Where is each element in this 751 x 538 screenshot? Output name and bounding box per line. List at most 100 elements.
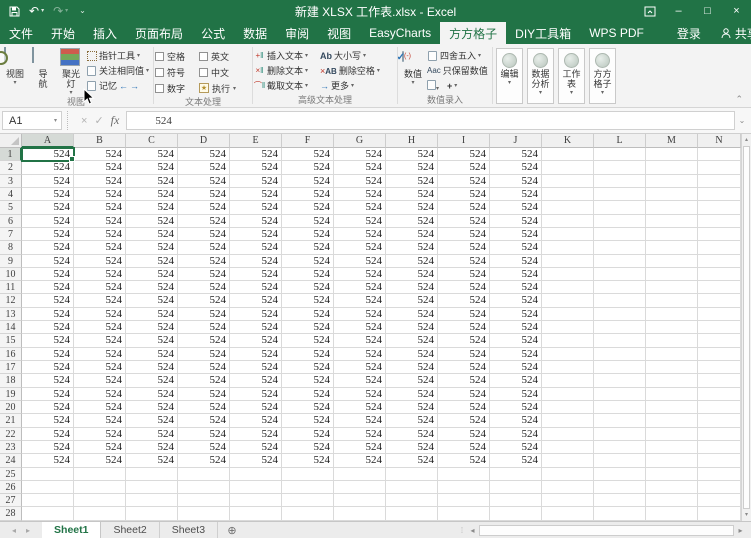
sheet-nav-left-icon[interactable]: ◂ (12, 526, 16, 535)
cell-D22[interactable]: 524 (178, 428, 230, 441)
delete-space-button[interactable]: ×AB 删除空格▾ (320, 63, 390, 78)
cell-H21[interactable]: 524 (386, 414, 438, 427)
tab-scrollbar-splitter[interactable]: ⁞ (458, 522, 466, 538)
cell-G11[interactable]: 524 (334, 281, 386, 294)
cell-K3[interactable] (542, 175, 594, 188)
ribbon-tab-数据[interactable]: 数据 (234, 22, 276, 44)
cell-I19[interactable]: 524 (438, 388, 490, 401)
row-header-14[interactable]: 14 (0, 321, 22, 334)
cell-L1[interactable] (594, 148, 646, 161)
row-header-1[interactable]: 1 (0, 148, 22, 161)
cell-N18[interactable] (698, 374, 741, 387)
cell-D18[interactable]: 524 (178, 374, 230, 387)
cell-J23[interactable]: 524 (490, 441, 542, 454)
cell-E3[interactable]: 524 (230, 175, 282, 188)
cell-J6[interactable]: 524 (490, 215, 542, 228)
cell-H4[interactable]: 524 (386, 188, 438, 201)
keep-value-button[interactable]: Aac 只保留数值 (427, 63, 489, 78)
cell-D9[interactable]: 524 (178, 255, 230, 268)
cell-D15[interactable]: 524 (178, 334, 230, 347)
cell-D25[interactable] (178, 468, 230, 481)
cell-C8[interactable]: 524 (126, 241, 178, 254)
cell-I17[interactable]: 524 (438, 361, 490, 374)
cell-E17[interactable]: 524 (230, 361, 282, 374)
cell-F5[interactable]: 524 (282, 201, 334, 214)
cell-I16[interactable]: 524 (438, 348, 490, 361)
cell-L13[interactable] (594, 308, 646, 321)
cell-J4[interactable]: 524 (490, 188, 542, 201)
cell-I11[interactable]: 524 (438, 281, 490, 294)
cell-H3[interactable]: 524 (386, 175, 438, 188)
cell-M4[interactable] (646, 188, 698, 201)
cell-L21[interactable] (594, 414, 646, 427)
spotlight-button[interactable]: 聚光灯 ▾ (56, 46, 86, 96)
cell-M16[interactable] (646, 348, 698, 361)
cell-A14[interactable]: 524 (22, 321, 74, 334)
select-all-corner[interactable] (0, 134, 22, 148)
cell-N27[interactable] (698, 494, 741, 507)
cell-H8[interactable]: 524 (386, 241, 438, 254)
row-header-27[interactable]: 27 (0, 494, 22, 507)
cell-M27[interactable] (646, 494, 698, 507)
cell-J20[interactable]: 524 (490, 401, 542, 414)
cell-E20[interactable]: 524 (230, 401, 282, 414)
cell-K27[interactable] (542, 494, 594, 507)
maximize-button[interactable]: □ (693, 0, 722, 22)
cell-H18[interactable]: 524 (386, 374, 438, 387)
cell-C3[interactable]: 524 (126, 175, 178, 188)
cell-D28[interactable] (178, 507, 230, 520)
cell-A4[interactable]: 524 (22, 188, 74, 201)
ribbon-tab-开始[interactable]: 开始 (42, 22, 84, 44)
value-button[interactable]: (-)✓ 数值 ▾ (399, 46, 427, 86)
cell-B6[interactable]: 524 (74, 215, 126, 228)
cell-H9[interactable]: 524 (386, 255, 438, 268)
cell-G21[interactable]: 524 (334, 414, 386, 427)
ribbon-display-options-icon[interactable] (635, 0, 664, 22)
cell-F21[interactable]: 524 (282, 414, 334, 427)
cell-E15[interactable]: 524 (230, 334, 282, 347)
row-header-18[interactable]: 18 (0, 374, 22, 387)
cell-L25[interactable] (594, 468, 646, 481)
row-header-21[interactable]: 21 (0, 414, 22, 427)
column-header-E[interactable]: E (230, 134, 282, 148)
cell-N3[interactable] (698, 175, 741, 188)
sign-in-button[interactable]: 登录 (667, 22, 711, 44)
cell-A3[interactable]: 524 (22, 175, 74, 188)
cell-D10[interactable]: 524 (178, 268, 230, 281)
cell-G14[interactable]: 524 (334, 321, 386, 334)
redo-icon[interactable]: ↷▾ (53, 5, 68, 17)
cell-G28[interactable] (334, 507, 386, 520)
cell-F13[interactable]: 524 (282, 308, 334, 321)
cell-F16[interactable]: 524 (282, 348, 334, 361)
cell-H10[interactable]: 524 (386, 268, 438, 281)
cell-K20[interactable] (542, 401, 594, 414)
close-button[interactable]: × (722, 0, 751, 22)
cell-J10[interactable]: 524 (490, 268, 542, 281)
cell-C4[interactable]: 524 (126, 188, 178, 201)
cell-A15[interactable]: 524 (22, 334, 74, 347)
cell-D11[interactable]: 524 (178, 281, 230, 294)
cell-N24[interactable] (698, 454, 741, 467)
cell-N17[interactable] (698, 361, 741, 374)
cell-G16[interactable]: 524 (334, 348, 386, 361)
ribbon-tab-页面布局[interactable]: 页面布局 (126, 22, 192, 44)
cell-M12[interactable] (646, 294, 698, 307)
cell-N20[interactable] (698, 401, 741, 414)
cell-N26[interactable] (698, 481, 741, 494)
cell-M18[interactable] (646, 374, 698, 387)
cell-H2[interactable]: 524 (386, 161, 438, 174)
cell-E16[interactable]: 524 (230, 348, 282, 361)
cell-I12[interactable]: 524 (438, 294, 490, 307)
cell-I4[interactable]: 524 (438, 188, 490, 201)
cell-E6[interactable]: 524 (230, 215, 282, 228)
cell-M24[interactable] (646, 454, 698, 467)
row-header-11[interactable]: 11 (0, 281, 22, 294)
collapse-ribbon-icon[interactable]: ⌃ (735, 94, 743, 105)
cell-L9[interactable] (594, 255, 646, 268)
cell-J7[interactable]: 524 (490, 228, 542, 241)
cell-L16[interactable] (594, 348, 646, 361)
column-header-N[interactable]: N (698, 134, 741, 148)
cell-A2[interactable]: 524 (22, 161, 74, 174)
row-header-16[interactable]: 16 (0, 348, 22, 361)
cell-C7[interactable]: 524 (126, 228, 178, 241)
